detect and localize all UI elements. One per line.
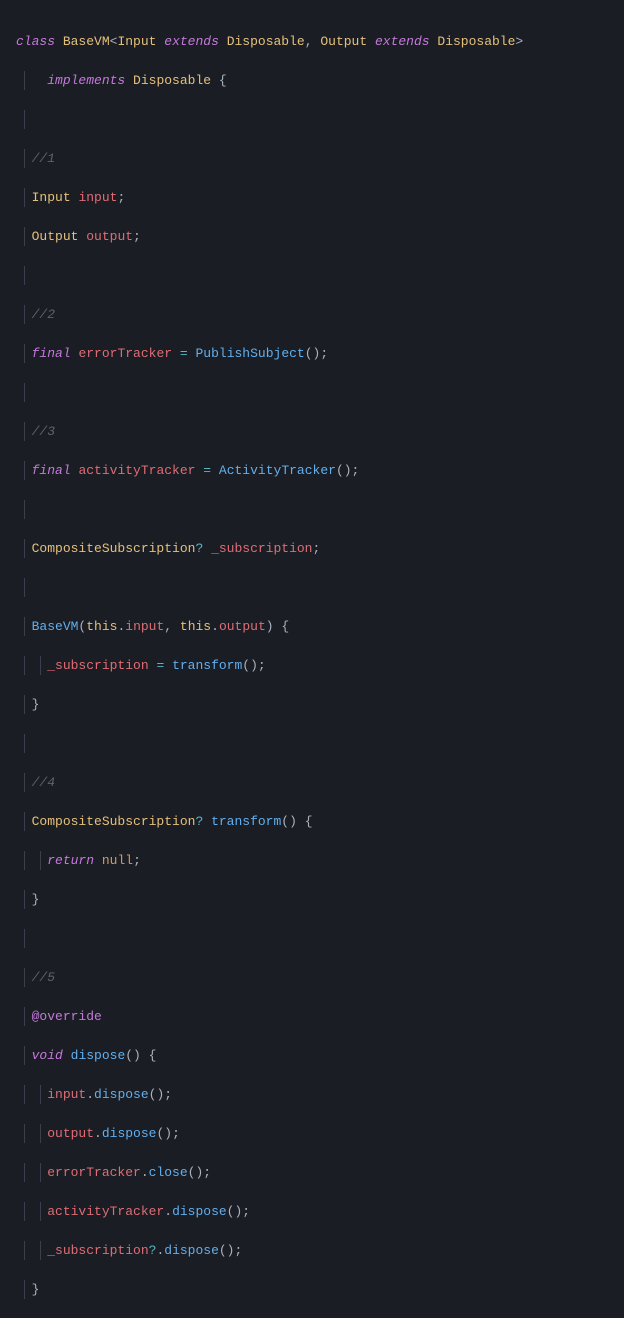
comment: //5 [32,970,55,985]
code-line: class BaseVM<Input extends Disposable, O… [0,32,624,52]
keyword-class: class [16,34,55,49]
type-basevm: BaseVM [63,34,110,49]
code-line: errorTracker.close(); [0,1163,624,1183]
code-line: _subscription?.dispose(); [0,1241,624,1261]
code-line: _subscription = transform(); [0,656,624,676]
code-line [0,929,624,949]
comment: //1 [32,151,55,166]
comment: //2 [32,307,55,322]
code-line [0,734,624,754]
code-line: //5 [0,968,624,988]
code-line: //4 [0,773,624,793]
code-line: //3 [0,422,624,442]
code-line: @override [0,1007,624,1027]
code-line: final errorTracker = PublishSubject(); [0,344,624,364]
code-line: Output output; [0,227,624,247]
code-line: //2 [0,305,624,325]
code-line: void dispose() { [0,1046,624,1066]
code-line [0,500,624,520]
comment: //4 [32,775,55,790]
code-line [0,266,624,286]
code-line [0,383,624,403]
code-line: activityTracker.dispose(); [0,1202,624,1222]
code-line: return null; [0,851,624,871]
code-line: CompositeSubscription? _subscription; [0,539,624,559]
code-line: implements Disposable { [0,71,624,91]
code-line: } [0,695,624,715]
code-line: final activityTracker = ActivityTracker(… [0,461,624,481]
code-line: //1 [0,149,624,169]
code-line: } [0,1280,624,1300]
code-line: } [0,890,624,910]
code-line: output.dispose(); [0,1124,624,1144]
code-line [0,110,624,130]
code-line: Input input; [0,188,624,208]
code-line: BaseVM(this.input, this.output) { [0,617,624,637]
code-line [0,578,624,598]
comment: //3 [32,424,55,439]
code-block: class BaseVM<Input extends Disposable, O… [0,12,624,1318]
code-line: CompositeSubscription? transform() { [0,812,624,832]
code-line: input.dispose(); [0,1085,624,1105]
